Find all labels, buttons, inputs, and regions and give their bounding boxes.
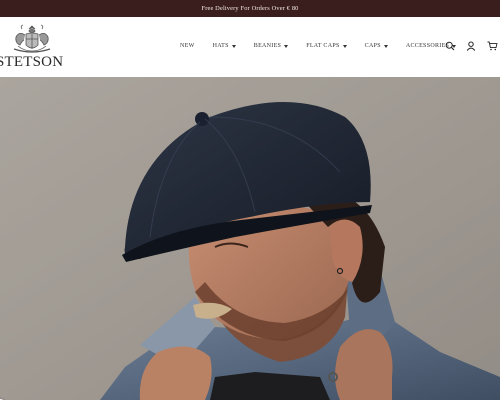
site-header: STETSON NEW HATS BEANIES FLAT CAPS CAPS … <box>0 17 500 77</box>
search-icon[interactable] <box>444 40 456 52</box>
announcement-text: Free Delivery For Orders Over € 80 <box>201 5 299 12</box>
caret-down-icon <box>231 44 236 48</box>
caret-down-icon <box>284 44 289 48</box>
cart-icon[interactable] <box>486 40 498 52</box>
nav-item-beanies[interactable]: BEANIES <box>253 43 289 49</box>
nav-item-label: FLAT CAPS <box>306 43 340 49</box>
hero-image <box>0 77 500 400</box>
account-icon[interactable] <box>465 40 477 52</box>
nav-item-label: BEANIES <box>253 43 282 49</box>
nav-item-caps[interactable]: CAPS <box>365 43 388 49</box>
caret-down-icon <box>383 44 388 48</box>
nav-item-label: CAPS <box>364 43 381 49</box>
announcement-bar: Free Delivery For Orders Over € 80 <box>0 0 500 17</box>
brand-wordmark: STETSON <box>0 54 64 70</box>
caret-down-icon <box>342 44 347 48</box>
nav-item-label: HATS <box>212 43 229 49</box>
header-icons <box>435 40 498 52</box>
crest-icon <box>13 24 51 53</box>
stetson-logo[interactable]: STETSON <box>0 21 76 73</box>
nav-item-hats[interactable]: HATS <box>213 43 236 49</box>
nav-item-label: NEW <box>180 43 195 49</box>
nav-item-flat-caps[interactable]: FLAT CAPS <box>306 43 347 49</box>
hero-banner[interactable] <box>0 77 500 400</box>
nav-item-new[interactable]: NEW <box>180 43 195 49</box>
main-nav: NEW HATS BEANIES FLAT CAPS CAPS ACCESSOR… <box>180 39 474 53</box>
